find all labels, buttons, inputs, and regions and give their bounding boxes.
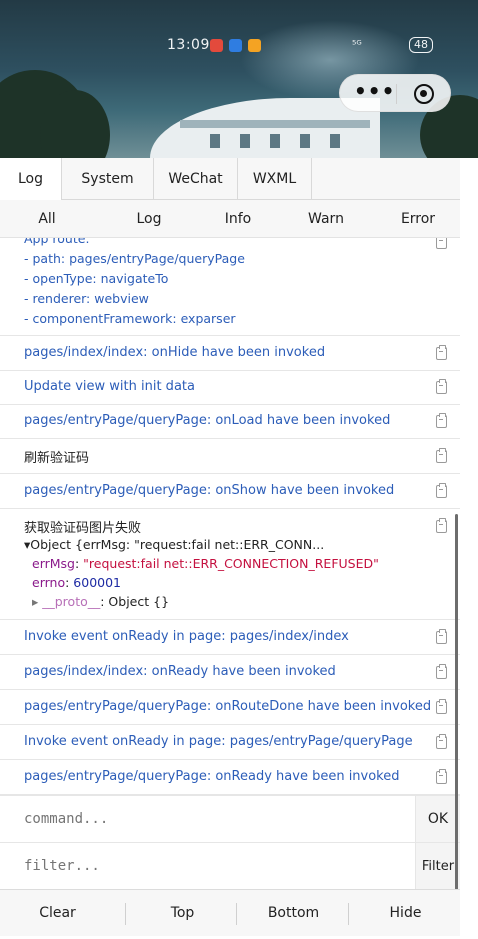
proto-value: : Object {}	[100, 594, 170, 609]
building-window	[270, 134, 280, 148]
log-text: Invoke event onReady in page: pages/inde…	[24, 629, 349, 644]
filter-button[interactable]: Filter	[415, 843, 460, 890]
log-text: pages/entryPage/queryPage: onRouteDone h…	[24, 699, 432, 714]
log-entry-route: App route: - path: pages/entryPage/query…	[0, 238, 460, 336]
proto-key: __proto__	[42, 594, 101, 609]
log-entry: pages/entryPage/queryPage: onShow have b…	[0, 474, 460, 509]
more-dots-icon[interactable]: •••	[354, 81, 394, 105]
log-list: App route: - path: pages/entryPage/query…	[0, 238, 460, 795]
bottom-button[interactable]: Bottom	[236, 890, 351, 937]
log-entry: pages/entryPage/queryPage: onReady have …	[0, 760, 460, 795]
log-text: 刷新验证码	[24, 451, 90, 466]
building-window	[240, 134, 250, 148]
route-line: - renderer: webview	[24, 291, 149, 306]
log-filter-tabs: All Log Info Warn Error	[0, 200, 460, 238]
clear-button[interactable]: Clear	[0, 890, 115, 937]
error-title: 获取验证码图片失败	[24, 521, 142, 536]
mini-program-capsule: •••	[339, 74, 451, 112]
app-notification-icon-2	[248, 39, 261, 52]
command-row: OK	[0, 795, 460, 843]
right-edge	[460, 158, 478, 939]
battery-indicator: 48	[409, 37, 433, 53]
errno-value: 600001	[73, 575, 122, 590]
errno-key: errno	[32, 575, 66, 590]
log-entry: Invoke event onReady in page: pages/entr…	[0, 725, 460, 760]
tab-wechat[interactable]: WeChat	[154, 158, 238, 200]
filter-error[interactable]: Error	[393, 200, 443, 238]
copy-icon[interactable]	[436, 664, 447, 679]
filter-row: Filter	[0, 842, 460, 890]
object-proto-toggle[interactable]: ▸ __proto__: Object {}	[32, 594, 169, 609]
app-notification-icon	[229, 39, 242, 52]
log-text: pages/index/index: onReady have been inv…	[24, 664, 336, 679]
copy-icon[interactable]	[436, 413, 447, 428]
object-summary-toggle[interactable]: ▾Object {errMsg: "request:fail net::ERR_…	[24, 537, 324, 552]
filter-input[interactable]	[0, 843, 415, 890]
object-errmsg: errMsg: "request:fail net::ERR_CONNECTIO…	[32, 556, 379, 571]
page-header-image: 13:09 ⁵ᴳ 48 •••	[0, 0, 478, 158]
tab-wxml[interactable]: WXML	[238, 158, 312, 200]
status-time: 13:09	[167, 37, 210, 53]
filter-log[interactable]: Log	[124, 200, 174, 238]
object-errno: errno: 600001	[32, 575, 122, 590]
errmsg-value: "request:fail net::ERR_CONNECTION_REFUSE…	[83, 556, 379, 571]
building-window	[330, 134, 340, 148]
log-text: pages/entryPage/queryPage: onLoad have b…	[24, 413, 391, 428]
copy-icon[interactable]	[436, 448, 447, 463]
log-text: pages/index/index: onHide have been invo…	[24, 345, 326, 360]
tab-log[interactable]: Log	[0, 158, 62, 200]
ok-button[interactable]: OK	[415, 796, 460, 843]
errmsg-key: errMsg	[32, 556, 75, 571]
log-text: pages/entryPage/queryPage: onShow have b…	[24, 483, 395, 498]
copy-icon[interactable]	[436, 629, 447, 644]
bottom-toolbar: Clear Top Bottom Hide	[0, 889, 460, 936]
copy-icon[interactable]	[436, 518, 447, 533]
building-window	[300, 134, 310, 148]
log-entry: Update view with init data	[0, 371, 460, 405]
capsule-divider	[396, 84, 397, 104]
filter-all[interactable]: All	[22, 200, 72, 238]
log-entry: pages/index/index: onReady have been inv…	[0, 655, 460, 690]
route-line: - path: pages/entryPage/queryPage	[24, 251, 245, 266]
tab-system[interactable]: System	[62, 158, 154, 200]
log-text: Update view with init data	[24, 379, 195, 394]
log-entry: pages/index/index: onHide have been invo…	[0, 336, 460, 371]
building-window	[210, 134, 220, 148]
qq-icon	[210, 39, 223, 52]
log-entry: Invoke event onReady in page: pages/inde…	[0, 620, 460, 655]
status-bar: 13:09 ⁵ᴳ 48	[0, 36, 478, 56]
top-button[interactable]: Top	[125, 890, 240, 937]
copy-icon[interactable]	[436, 379, 447, 394]
log-entry: pages/entryPage/queryPage: onRouteDone h…	[0, 690, 460, 725]
target-circle-icon[interactable]	[414, 84, 434, 104]
copy-icon[interactable]	[436, 769, 447, 784]
vconsole-tabs: Log System WeChat WXML	[0, 158, 460, 200]
log-entry: pages/entryPage/queryPage: onLoad have b…	[0, 405, 460, 439]
route-line: - componentFramework: exparser	[24, 311, 236, 326]
route-title: App route:	[24, 238, 90, 246]
copy-icon[interactable]	[436, 734, 447, 749]
copy-icon[interactable]	[436, 699, 447, 714]
copy-icon[interactable]	[436, 345, 447, 360]
building-row	[180, 120, 370, 128]
filter-warn[interactable]: Warn	[301, 200, 351, 238]
command-input[interactable]	[0, 796, 415, 843]
log-entry: 刷新验证码	[0, 439, 460, 474]
filter-info[interactable]: Info	[213, 200, 263, 238]
log-text: pages/entryPage/queryPage: onReady have …	[24, 769, 400, 784]
signal-icon: ⁵ᴳ	[352, 38, 362, 51]
copy-icon[interactable]	[436, 238, 447, 249]
log-text: Invoke event onReady in page: pages/entr…	[24, 734, 413, 749]
copy-icon[interactable]	[436, 483, 447, 498]
scrollbar[interactable]	[455, 514, 458, 890]
hide-button[interactable]: Hide	[348, 890, 463, 937]
log-entry-error-object: 获取验证码图片失败 ▾Object {errMsg: "request:fail…	[0, 509, 460, 620]
route-line: - openType: navigateTo	[24, 271, 169, 286]
